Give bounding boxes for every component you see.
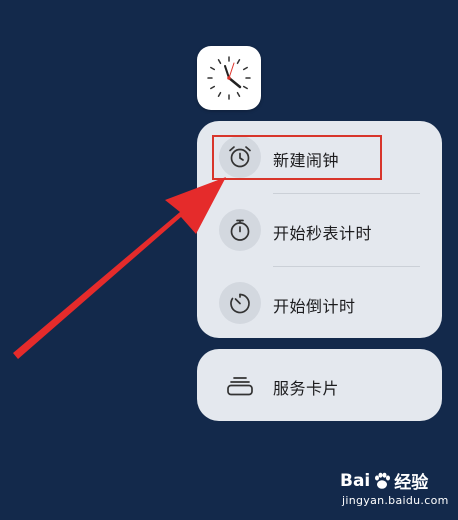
watermark-brand: Bai <box>340 470 371 491</box>
watermark-brand-2: 经验 <box>394 473 429 493</box>
baidu-jingyan-watermark: Bai 经验 jingyan.baidu.com <box>340 468 452 516</box>
red-arrow-annotation <box>13 177 226 359</box>
watermark-url: jingyan.baidu.com <box>342 494 449 507</box>
watermark-logo: Bai 经验 <box>340 468 429 494</box>
paw-icon <box>375 472 391 489</box>
